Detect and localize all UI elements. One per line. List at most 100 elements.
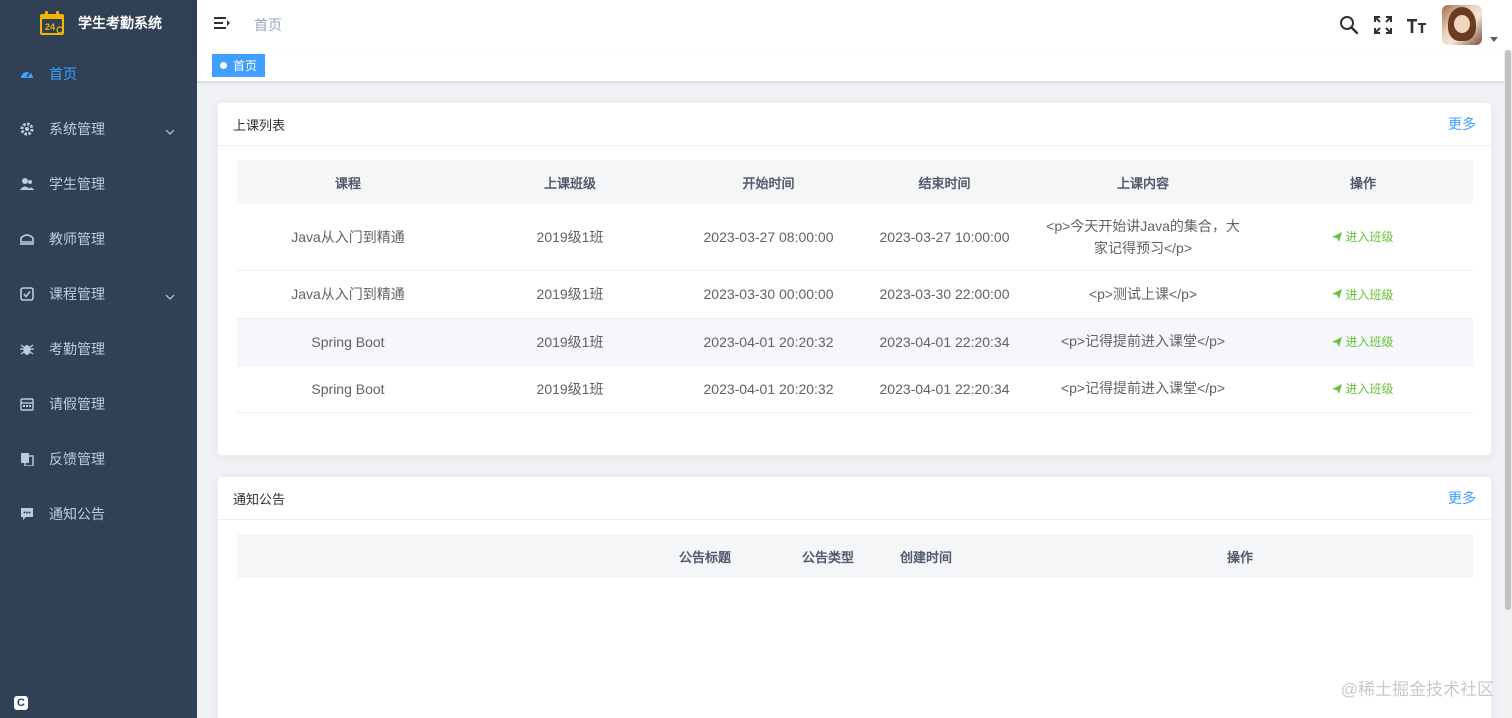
sidebar-item-label: 请假管理: [49, 395, 105, 412]
enter-class-button[interactable]: 进入班级: [1332, 380, 1394, 397]
sidebar-item-8[interactable]: 通知公告: [0, 486, 197, 541]
table-row[interactable]: Java从入门到精通 2019级1班 2023-03-30 00:00:00 2023…: [237, 270, 1473, 319]
cell-class: 2019级1班: [459, 204, 681, 271]
class-col-header: 课程: [237, 160, 459, 204]
enter-class-label: 进入班级: [1345, 382, 1394, 396]
sidebar-item-label: 通知公告: [49, 505, 105, 522]
send-icon: [1332, 231, 1343, 242]
collapse-badge[interactable]: C: [14, 696, 28, 710]
sidebar-item-6[interactable]: 请假管理: [0, 376, 197, 431]
class-table: 课程 上课班级 开始时间 结束时间 上课内容 操作 Java从入门到精通 2019级1班 20…: [237, 160, 1473, 413]
sidebar-item-label: 考勤管理: [49, 340, 105, 357]
notice-title: 通知公告: [233, 491, 286, 507]
class-col-header: 上课内容: [1033, 160, 1253, 204]
class-table-header: 课程 上课班级 开始时间 结束时间 上课内容 操作: [237, 160, 1473, 204]
enter-class-button[interactable]: 进入班级: [1332, 228, 1394, 245]
teacher-icon: [20, 232, 34, 246]
class-list-card: 上课列表 更多 课程 上课班级 开始时间 结束时间 上课内容 操作 Java从入门到精通 2…: [217, 102, 1492, 456]
chevron-down-icon: [165, 289, 175, 300]
user-avatar[interactable]: [1442, 5, 1482, 45]
scrollbar-thumb[interactable]: [1505, 50, 1511, 610]
enter-class-button[interactable]: 进入班级: [1332, 286, 1394, 303]
notice-col-header: 创建时间: [864, 534, 1007, 578]
svg-text:24: 24: [45, 22, 55, 32]
cell-end: 2023-03-30 22:00:00: [856, 270, 1033, 319]
tags-view: 首页: [197, 50, 1512, 82]
cell-action: 进入班级: [1253, 270, 1473, 319]
sidebar-item-label: 反馈管理: [49, 450, 105, 467]
tag-home[interactable]: 首页: [212, 54, 266, 77]
notice-col-header: 公告类型: [759, 534, 864, 578]
cell-start: 2023-03-27 08:00:00: [681, 204, 856, 271]
class-col-header: 结束时间: [856, 160, 1033, 204]
send-icon: [1332, 336, 1343, 347]
chevron-down-icon: [165, 124, 175, 135]
font-size-icon[interactable]: [1406, 14, 1428, 36]
logo[interactable]: 24 学生考勤系统: [0, 0, 197, 46]
sidebar-item-0[interactable]: 首页: [0, 46, 197, 101]
cell-class: 2019级1班: [459, 270, 681, 319]
class-list-body: 课程 上课班级 开始时间 结束时间 上课内容 操作 Java从入门到精通 2019级1班 20…: [218, 146, 1491, 427]
content-line: 家记得预习</p>: [1093, 240, 1193, 257]
search-icon[interactable]: [1338, 14, 1360, 36]
notice-col-header: 操作: [1007, 534, 1473, 578]
table-row[interactable]: Spring Boot 2019级1班 2023-04-01 20:20:32 202…: [237, 365, 1473, 413]
sidebar-item-label: 学生管理: [49, 175, 105, 192]
cell-content: <p>记得提前进入课堂</p>: [1033, 318, 1253, 366]
class-list-header: 上课列表 更多: [218, 103, 1491, 146]
sidebar-item-4[interactable]: 课程管理: [0, 266, 197, 321]
cell-action: 进入班级: [1253, 204, 1473, 271]
content-line: <p>记得提前进入课堂</p>: [1060, 380, 1226, 396]
send-icon: [1332, 383, 1343, 394]
cell-class: 2019级1班: [459, 318, 681, 366]
gear-icon: [20, 122, 34, 136]
table-row[interactable]: Spring Boot 2019级1班 2023-04-01 20:20:32 202…: [237, 318, 1473, 366]
hamburger-menu-icon[interactable]: [213, 14, 231, 32]
sidebar: 24 学生考勤系统 首页系统管理学生管理教师管理课程管理考勤管理请假管理反馈管理…: [0, 0, 197, 718]
cell-start: 2023-03-30 00:00:00: [681, 270, 856, 319]
sidebar-item-label: 系统管理: [49, 120, 105, 137]
content-line: <p>今天开始讲Java的集合，大: [1046, 218, 1240, 235]
calendar-logo-icon: 24: [40, 11, 64, 35]
sidebar-item-2[interactable]: 学生管理: [0, 156, 197, 211]
notice-header: 通知公告 更多: [218, 477, 1491, 520]
cell-start: 2023-04-01 20:20:32: [681, 365, 856, 413]
caret-down-icon[interactable]: [1490, 5, 1498, 45]
notice-table-header: 公告标题 公告类型 创建时间 操作: [237, 534, 1473, 578]
documents-icon: [20, 452, 34, 466]
class-col-header: 开始时间: [681, 160, 856, 204]
sidebar-item-label: 教师管理: [49, 230, 105, 247]
navbar-right: [1338, 0, 1512, 50]
breadcrumb: 首页: [254, 17, 282, 33]
sidebar-item-1[interactable]: 系统管理: [0, 101, 197, 156]
navbar: 首页: [197, 0, 1512, 50]
fullscreen-icon[interactable]: [1372, 14, 1394, 36]
class-list-title: 上课列表: [233, 117, 286, 133]
cell-end: 2023-03-27 10:00:00: [856, 204, 1033, 271]
notice-more-link[interactable]: 更多: [1448, 488, 1476, 508]
cell-start: 2023-04-01 20:20:32: [681, 318, 856, 366]
sidebar-item-label: 首页: [49, 65, 77, 82]
class-list-more-link[interactable]: 更多: [1448, 114, 1476, 134]
notice-card: 通知公告 更多 公告标题 公告类型 创建时间 操作: [217, 476, 1492, 718]
enter-class-label: 进入班级: [1345, 287, 1394, 302]
sidebar-item-5[interactable]: 考勤管理: [0, 321, 197, 376]
cell-end: 2023-04-01 22:20:34: [856, 365, 1033, 413]
sidebar-item-7[interactable]: 反馈管理: [0, 431, 197, 486]
page-scrollbar[interactable]: [1504, 50, 1512, 718]
tag-label: 首页: [233, 59, 258, 73]
notice-col-header: 公告标题: [237, 534, 759, 578]
bug-icon: [20, 342, 34, 356]
enter-class-button[interactable]: 进入班级: [1332, 333, 1394, 350]
cell-content: <p>记得提前进入课堂</p>: [1033, 365, 1253, 413]
message-icon: [20, 507, 34, 521]
send-icon: [1332, 289, 1343, 299]
cell-class: 2019级1班: [459, 365, 681, 413]
checkbox-icon: [20, 286, 34, 301]
cell-end: 2023-04-01 22:20:34: [856, 318, 1033, 366]
class-col-header: 上课班级: [459, 160, 681, 204]
dashboard-icon: [20, 67, 34, 81]
sidebar-item-3[interactable]: 教师管理: [0, 211, 197, 266]
sidebar-menu: 首页系统管理学生管理教师管理课程管理考勤管理请假管理反馈管理通知公告: [0, 46, 197, 541]
table-row[interactable]: Java从入门到精通 2019级1班 2023-03-27 08:00:00 2023…: [237, 204, 1473, 271]
